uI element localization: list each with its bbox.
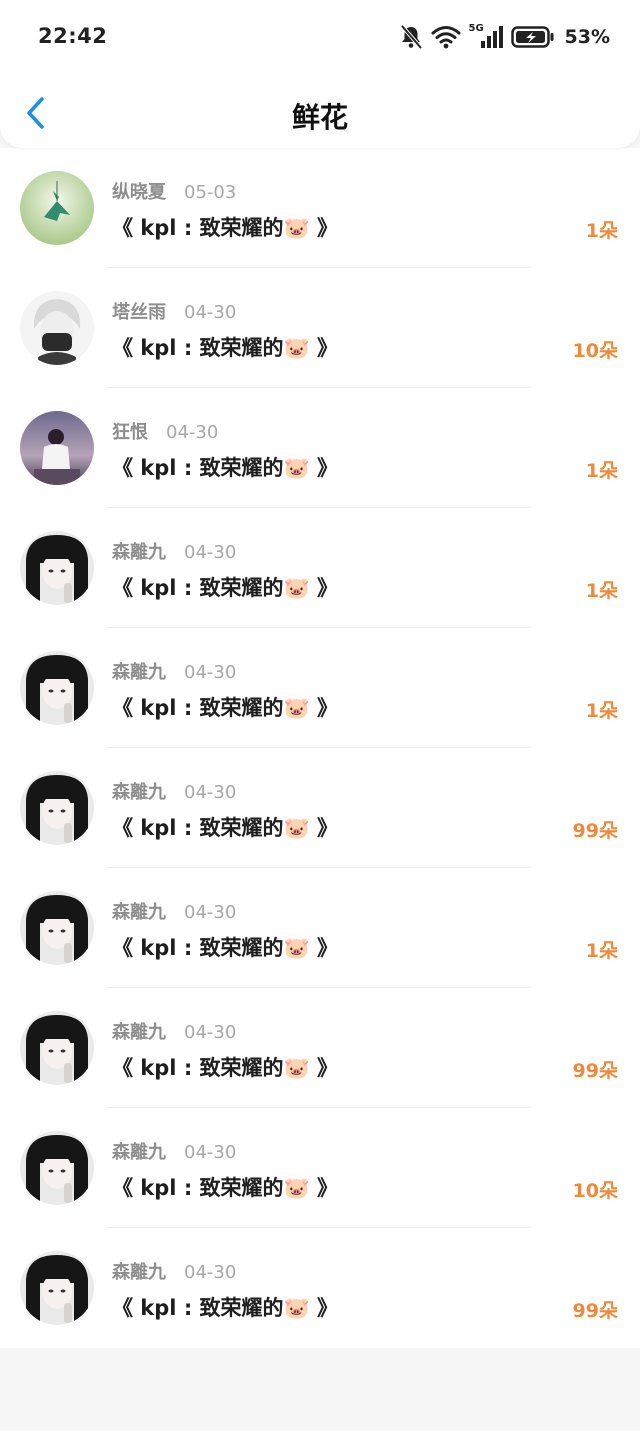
username[interactable]: 森離九 <box>112 662 166 683</box>
status-time: 22:42 <box>38 24 108 48</box>
flower-count: 99朵 <box>572 1060 618 1082</box>
list-item[interactable]: 森離九 04-30 《 kpl : 致荣耀的🐷 》 99朵 <box>0 748 640 868</box>
gift-title: 《 kpl : 致荣耀的🐷 》 <box>112 816 338 840</box>
gift-title: 《 kpl : 致荣耀的🐷 》 <box>112 936 338 960</box>
status-icons: 5G 53% <box>399 22 610 52</box>
gift-title: 《 kpl : 致荣耀的🐷 》 <box>112 1176 338 1200</box>
gift-date: 04-30 <box>184 782 237 803</box>
list-item[interactable]: 森離九 04-30 《 kpl : 致荣耀的🐷 》 10朵 <box>0 1108 640 1228</box>
gift-date: 04-30 <box>184 902 237 923</box>
username[interactable]: 森離九 <box>112 1142 166 1163</box>
gift-date: 04-30 <box>184 662 237 683</box>
gift-title: 《 kpl : 致荣耀的🐷 》 <box>112 216 338 240</box>
username[interactable]: 森離九 <box>112 1262 166 1283</box>
gift-date: 04-30 <box>184 302 237 323</box>
mute-bell-icon <box>399 24 423 50</box>
avatar[interactable] <box>20 771 94 845</box>
flower-count: 1朵 <box>585 940 618 962</box>
username[interactable]: 纵晓夏 <box>112 182 166 203</box>
flower-count: 1朵 <box>585 220 618 242</box>
wifi-icon <box>431 25 461 49</box>
flower-count: 1朵 <box>585 580 618 602</box>
list-item[interactable]: 森離九 04-30 《 kpl : 致荣耀的🐷 》 99朵 <box>0 1228 640 1348</box>
meta-line: 森離九 04-30 <box>112 1258 236 1284</box>
list-item[interactable]: 森離九 04-30 《 kpl : 致荣耀的🐷 》 1朵 <box>0 868 640 988</box>
flower-count: 99朵 <box>572 820 618 842</box>
avatar[interactable] <box>20 411 94 485</box>
username[interactable]: 森離九 <box>112 782 166 803</box>
status-bar: 22:42 5G 53% <box>0 0 640 76</box>
gift-title: 《 kpl : 致荣耀的🐷 》 <box>112 336 338 360</box>
gift-date: 04-30 <box>184 1142 237 1163</box>
flower-count: 1朵 <box>585 700 618 722</box>
battery-icon <box>510 25 555 49</box>
flower-count: 99朵 <box>572 1300 618 1322</box>
meta-line: 森離九 04-30 <box>112 778 236 804</box>
app-header: 22:42 5G 53% 鲜花 <box>0 0 640 148</box>
meta-line: 狂恨 04-30 <box>112 418 218 444</box>
list-item[interactable]: 森離九 04-30 《 kpl : 致荣耀的🐷 》 1朵 <box>0 508 640 628</box>
list-item[interactable]: 狂恨 04-30 《 kpl : 致荣耀的🐷 》 1朵 <box>0 388 640 508</box>
meta-line: 塔丝雨 04-30 <box>112 298 236 324</box>
avatar[interactable] <box>20 1251 94 1325</box>
gift-title: 《 kpl : 致荣耀的🐷 》 <box>112 1056 338 1080</box>
gift-date: 05-03 <box>184 182 237 203</box>
list-item[interactable]: 塔丝雨 04-30 《 kpl : 致荣耀的🐷 》 10朵 <box>0 268 640 388</box>
gift-title: 《 kpl : 致荣耀的🐷 》 <box>112 456 338 480</box>
avatar[interactable] <box>20 1131 94 1205</box>
network-type-label: 5G <box>468 23 484 34</box>
meta-line: 纵晓夏 05-03 <box>112 178 236 204</box>
gift-date: 04-30 <box>184 1262 237 1283</box>
list-item[interactable]: 纵晓夏 05-03 《 kpl : 致荣耀的🐷 》 1朵 <box>0 148 640 268</box>
flower-gift-list: 纵晓夏 05-03 《 kpl : 致荣耀的🐷 》 1朵 塔丝雨 04-30 《 k… <box>0 148 640 1348</box>
username[interactable]: 森離九 <box>112 542 166 563</box>
meta-line: 森離九 04-30 <box>112 898 236 924</box>
avatar[interactable] <box>20 291 94 365</box>
flower-count: 10朵 <box>572 340 618 362</box>
meta-line: 森離九 04-30 <box>112 658 236 684</box>
flower-count: 10朵 <box>572 1180 618 1202</box>
list-item[interactable]: 森離九 04-30 《 kpl : 致荣耀的🐷 》 1朵 <box>0 628 640 748</box>
gift-date: 04-30 <box>184 542 237 563</box>
avatar[interactable] <box>20 531 94 605</box>
gift-title: 《 kpl : 致荣耀的🐷 》 <box>112 696 338 720</box>
meta-line: 森離九 04-30 <box>112 1018 236 1044</box>
username[interactable]: 森離九 <box>112 1022 166 1043</box>
meta-line: 森離九 04-30 <box>112 538 236 564</box>
battery-percentage: 53% <box>564 26 610 48</box>
gift-title: 《 kpl : 致荣耀的🐷 》 <box>112 1296 338 1320</box>
avatar[interactable] <box>20 1011 94 1085</box>
avatar[interactable] <box>20 651 94 725</box>
avatar[interactable] <box>20 891 94 965</box>
username[interactable]: 狂恨 <box>112 422 148 443</box>
cellular-signal-icon: 5G <box>468 23 503 49</box>
avatar[interactable] <box>20 171 94 245</box>
flower-count: 1朵 <box>585 460 618 482</box>
page-title: 鲜花 <box>291 101 348 134</box>
gift-title: 《 kpl : 致荣耀的🐷 》 <box>112 576 338 600</box>
gift-date: 04-30 <box>166 422 219 443</box>
bottom-spacer <box>0 1348 640 1431</box>
list-item[interactable]: 森離九 04-30 《 kpl : 致荣耀的🐷 》 99朵 <box>0 988 640 1108</box>
username[interactable]: 塔丝雨 <box>112 302 166 323</box>
username[interactable]: 森離九 <box>112 902 166 923</box>
meta-line: 森離九 04-30 <box>112 1138 236 1164</box>
gift-date: 04-30 <box>184 1022 237 1043</box>
